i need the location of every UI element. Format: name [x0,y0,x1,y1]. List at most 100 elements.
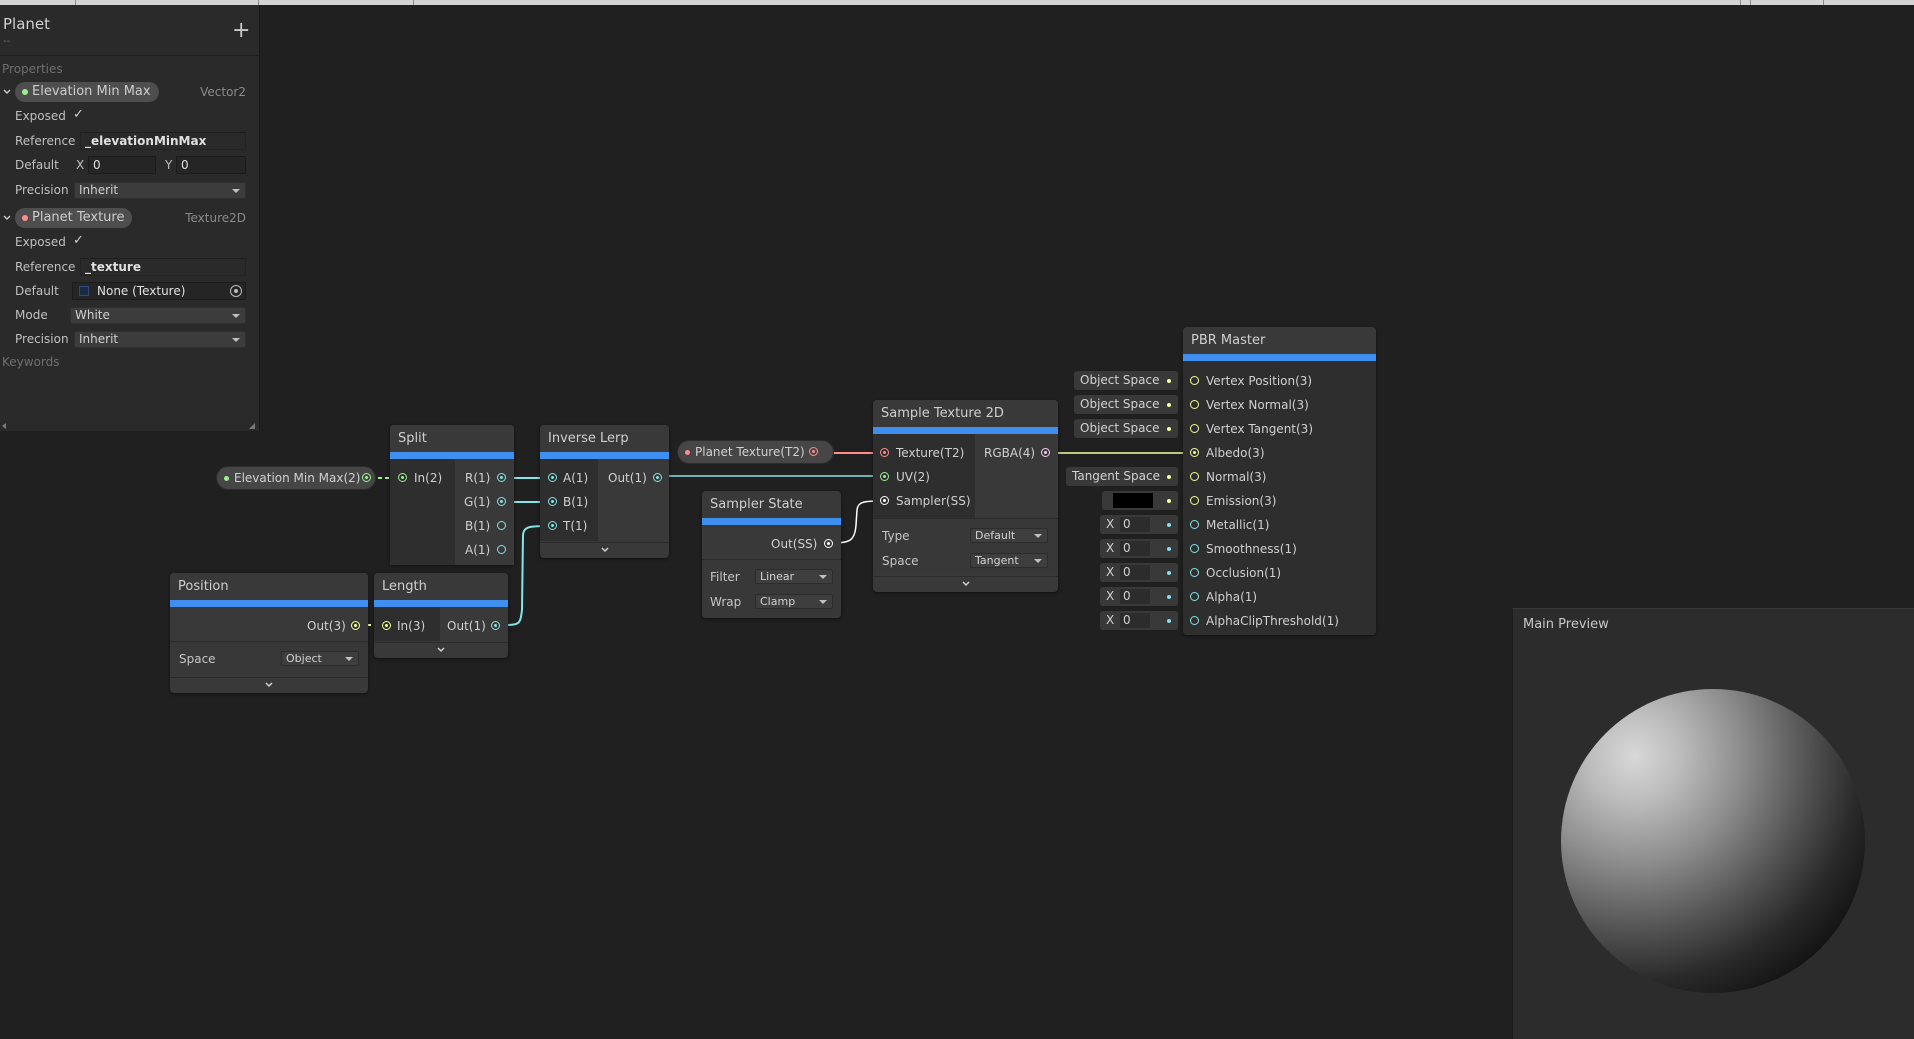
exposed-checkbox[interactable]: ✓ [73,233,84,248]
split-b-port[interactable] [497,521,506,530]
main-preview-panel[interactable]: Main Preview [1512,608,1914,1039]
vertex-position-port[interactable] [1190,376,1199,385]
mode-dropdown[interactable]: White [70,307,246,324]
port-label: Smoothness(1) [1206,542,1297,556]
preview-sphere[interactable] [1561,689,1865,993]
add-property-button[interactable]: + [232,20,250,42]
dropdown-arrow-icon [232,314,240,318]
preview-title: Main Preview [1523,617,1609,632]
length-out-port[interactable] [491,621,500,630]
split-a-port[interactable] [497,545,506,554]
collapse-chevron-icon[interactable] [2,87,12,97]
elevation-out-port[interactable] [362,473,371,482]
node-expand-footer[interactable] [540,542,669,556]
sample-uv-in-port[interactable] [880,472,889,481]
precision-dropdown[interactable]: Inherit [74,331,246,348]
connector-dot-icon [1167,571,1171,575]
default-y-field[interactable]: 0 [176,156,246,174]
vertex-normal-port[interactable] [1190,400,1199,409]
vertex-normal-space-input[interactable]: Object Space [1074,395,1178,414]
space-dropdown[interactable]: Object [281,651,359,666]
sample-rgba-out-port[interactable] [1041,448,1050,457]
sampler-state-node[interactable]: Sampler State Out(SS) Filter Linear Wrap… [702,491,841,618]
split-g-port[interactable] [497,497,506,506]
alpha-value[interactable]: 0 [1120,589,1150,604]
alpha-clip-value[interactable]: 0 [1120,613,1150,628]
reference-field[interactable]: _elevationMinMax [80,132,246,150]
dropdown-arrow-icon [232,338,240,342]
lerp-out-port[interactable] [653,473,662,482]
occlusion-port[interactable] [1190,568,1199,577]
sample-texture-2d-node[interactable]: Sample Texture 2D Texture(T2) UV(2) Samp… [873,400,1058,592]
exposed-checkbox[interactable]: ✓ [73,107,84,122]
port-label: B(1) [465,519,491,533]
metallic-port[interactable] [1190,520,1199,529]
metallic-value[interactable]: 0 [1120,517,1150,532]
default-x-field[interactable]: 0 [88,156,156,174]
filter-dropdown[interactable]: Linear [755,569,833,584]
split-r-port[interactable] [497,473,506,482]
pbr-master-node[interactable]: PBR Master Vertex Position(3) Vertex Nor… [1183,327,1376,635]
vertex-tangent-space-input[interactable]: Object Space [1074,419,1178,438]
port-label: Albedo(3) [1206,446,1265,460]
alpha-clip-port[interactable] [1190,616,1199,625]
inline-value: Tangent Space [1072,469,1160,483]
position-out-port[interactable] [351,621,360,630]
split-in-port[interactable] [398,473,407,482]
reference-field[interactable]: _texture [80,258,246,276]
elevation-property-node[interactable]: Elevation Min Max(2) [216,466,376,490]
port-label: AlphaClipThreshold(1) [1206,614,1339,628]
precision-dropdown[interactable]: Inherit [74,182,246,199]
space-dropdown[interactable]: Tangent [970,553,1048,568]
emission-color-input[interactable] [1102,491,1178,510]
space-value: Tangent [975,554,1019,567]
planet-texture-property-node[interactable]: Planet Texture(T2) [677,440,834,464]
inverse-lerp-node[interactable]: Inverse Lerp A(1) B(1) T(1) Out(1) [540,425,669,558]
smoothness-input[interactable]: X 0 [1100,539,1178,558]
emission-port[interactable] [1190,496,1199,505]
sample-sampler-in-port[interactable] [880,496,889,505]
lerp-a-port[interactable] [548,473,557,482]
smoothness-value[interactable]: 0 [1120,541,1150,556]
port-label: Emission(3) [1206,494,1277,508]
metallic-input[interactable]: X 0 [1100,515,1178,534]
split-node[interactable]: Split In(2) R(1) G(1) B(1) A(1) [390,425,514,565]
length-in-port[interactable] [382,621,391,630]
position-node[interactable]: Position Out(3) Space Object [170,573,368,693]
texture-object-field[interactable]: None (Texture) [72,282,246,300]
port-label: In(2) [414,471,443,485]
node-expand-footer[interactable] [374,642,508,656]
property-pill-elevation[interactable]: Elevation Min Max [15,82,159,102]
alpha-input[interactable]: X 0 [1100,587,1178,606]
occlusion-value[interactable]: 0 [1120,565,1150,580]
port-label: Alpha(1) [1206,590,1258,604]
resize-handle-icon[interactable] [248,422,256,430]
vertex-position-space-input[interactable]: Object Space [1074,371,1178,390]
blackboard-divider [0,55,259,56]
normal-port[interactable] [1190,472,1199,481]
sample-texture-in-port[interactable] [880,448,889,457]
lerp-b-port[interactable] [548,497,557,506]
albedo-port[interactable] [1190,448,1199,457]
type-dropdown[interactable]: Default [970,528,1048,543]
texture-out-port[interactable] [809,447,818,456]
alpha-clip-input[interactable]: X 0 [1100,611,1178,630]
alpha-port[interactable] [1190,592,1199,601]
x-label: X [1106,517,1115,531]
normal-space-input[interactable]: Tangent Space [1066,467,1178,486]
smoothness-port[interactable] [1190,544,1199,553]
length-node[interactable]: Length In(3) Out(1) [374,573,508,658]
collapse-chevron-icon[interactable] [2,213,12,223]
object-picker-icon[interactable] [230,285,242,297]
wrap-dropdown[interactable]: Clamp [755,594,833,609]
property-pill-planet-texture[interactable]: Planet Texture [15,208,133,228]
sampler-out-port[interactable] [824,539,833,548]
occlusion-input[interactable]: X 0 [1100,563,1178,582]
mode-value: White [75,308,110,322]
node-expand-footer[interactable] [873,576,1058,590]
lerp-t-port[interactable] [548,521,557,530]
node-expand-footer[interactable] [170,677,368,691]
vertex-tangent-port[interactable] [1190,424,1199,433]
shader-graph-canvas[interactable]: Planet -- + Properties Elevation Min Max… [0,0,1914,1039]
scroll-left-icon[interactable] [0,422,8,430]
